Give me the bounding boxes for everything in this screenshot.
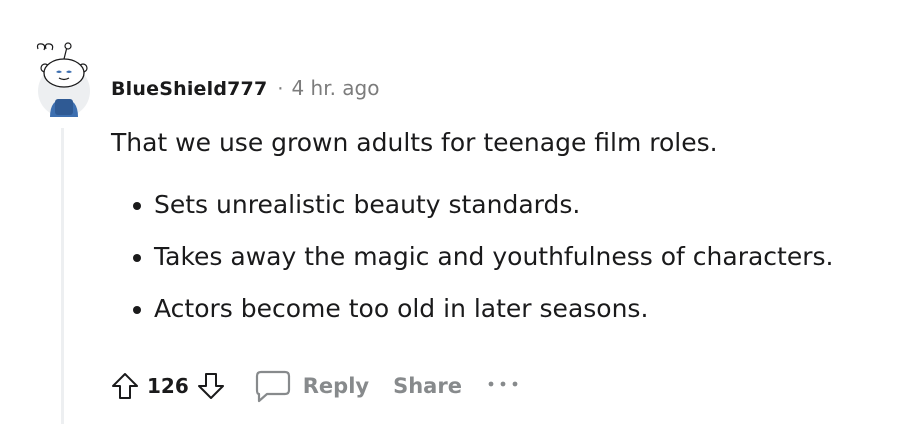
reply-button[interactable]: Reply xyxy=(253,368,369,404)
arrow-up-outline-icon xyxy=(112,373,138,399)
comment-actions: 126 Reply Share xyxy=(105,366,520,406)
timestamp[interactable]: 4 hr. ago xyxy=(291,76,379,100)
list-item: Takes away the magic and youthfulness of… xyxy=(111,240,901,292)
comment-body: That we use grown adults for teenage fil… xyxy=(111,126,901,160)
username-link[interactable]: BlueShield777 xyxy=(111,78,267,100)
comment-meta: BlueShield777 · 4 hr. ago xyxy=(111,76,379,100)
comment-bullet-list: Sets unrealistic beauty standards. Takes… xyxy=(111,188,901,344)
upvote-button[interactable] xyxy=(105,366,145,406)
comment-text: That we use grown adults for teenage fil… xyxy=(111,128,718,157)
downvote-button[interactable] xyxy=(191,366,231,406)
arrow-down-outline-icon xyxy=(197,373,224,399)
list-item: Actors become too old in later seasons. xyxy=(111,292,901,344)
ellipsis-icon xyxy=(488,381,518,387)
share-button[interactable]: Share xyxy=(393,374,462,398)
more-options-button[interactable] xyxy=(486,366,520,406)
snoo-avatar-icon xyxy=(36,42,90,117)
list-item: Sets unrealistic beauty standards. xyxy=(111,188,901,240)
vote-count: 126 xyxy=(147,374,189,398)
reply-label: Reply xyxy=(302,374,370,398)
meta-separator: · xyxy=(277,78,284,100)
avatar[interactable] xyxy=(34,41,94,117)
thread-line[interactable] xyxy=(61,128,64,424)
speech-bubble-icon xyxy=(255,370,290,403)
